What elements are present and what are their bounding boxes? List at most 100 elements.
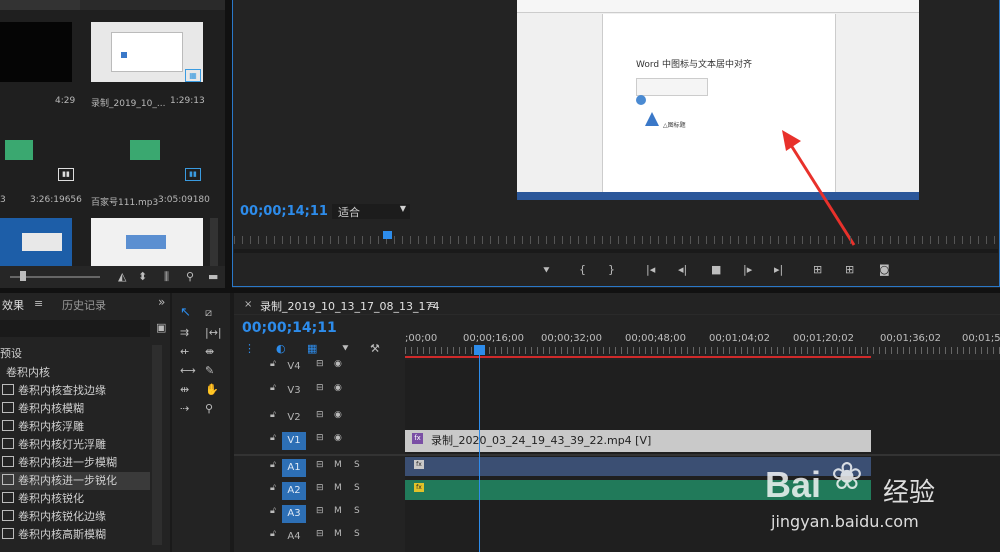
effect-item[interactable]: 卷积内核高斯模糊 — [0, 526, 150, 544]
wrench-icon[interactable]: ⚒ — [370, 343, 380, 355]
effect-item[interactable]: 卷积内核锐化边缘 — [0, 508, 150, 526]
step-back-icon[interactable]: ◂| — [678, 264, 687, 276]
solo-button[interactable]: S — [354, 460, 360, 470]
media-thumbnail[interactable] — [0, 218, 72, 266]
track-select-tool-icon[interactable]: ⇉ — [180, 327, 189, 339]
go-to-out-icon[interactable]: ▸| — [774, 264, 783, 276]
sync-lock-icon[interactable]: ⊟ — [316, 359, 324, 369]
sort-toggle-icon[interactable]: ⬍ — [138, 271, 147, 283]
eye-icon[interactable]: ◉ — [334, 383, 342, 393]
timeline-menu-icon[interactable]: ≡ — [427, 298, 436, 311]
timeline-ruler-ticks[interactable] — [405, 347, 1000, 354]
lock-icon[interactable]: 🔓︎ — [270, 433, 276, 443]
folder-convolution-kernel[interactable]: 卷积内核 — [0, 364, 156, 382]
hand-tool-icon[interactable]: ✋ — [205, 384, 219, 396]
monitor-time-ruler[interactable] — [234, 236, 998, 244]
project-tab[interactable] — [0, 0, 80, 10]
playhead-line[interactable] — [479, 354, 480, 552]
sync-lock-icon[interactable]: ⊟ — [316, 410, 324, 420]
effect-item[interactable]: 卷积内核进一步模糊 — [0, 454, 150, 472]
effects-scrollbar[interactable] — [152, 345, 162, 545]
automate-icon[interactable]: ⫼ — [164, 271, 169, 283]
effect-item[interactable]: 卷积内核锐化 — [0, 490, 150, 508]
mute-button[interactable]: M — [334, 483, 342, 493]
zoom-select[interactable]: 适合 ▼ — [332, 204, 410, 219]
track-label[interactable]: A4 — [282, 528, 306, 546]
mark-out-icon[interactable]: } — [608, 264, 615, 276]
new-bin-icon[interactable]: ▣ — [156, 321, 166, 334]
linked-selection-icon[interactable]: ◐ — [276, 343, 286, 355]
track-label[interactable]: V2 — [282, 409, 306, 427]
sync-lock-icon[interactable]: ⊟ — [316, 383, 324, 393]
track-label[interactable]: V4 — [282, 358, 306, 376]
sync-lock-icon[interactable]: ⊟ — [316, 483, 324, 493]
lift-icon[interactable]: ⊞ — [813, 264, 822, 276]
razor-tool-icon[interactable]: ⧄ — [205, 307, 212, 319]
lock-icon[interactable]: 🔓︎ — [270, 410, 276, 420]
pen-tool-icon[interactable]: ✎ — [205, 365, 214, 377]
selection-tool-icon[interactable]: ↖ — [180, 306, 191, 319]
sync-lock-icon[interactable]: ⊟ — [316, 460, 324, 470]
snap-icon[interactable]: ⋮ — [244, 343, 255, 355]
zoom-tool-icon[interactable]: ⚲ — [205, 403, 213, 415]
stop-icon[interactable]: ■ — [711, 264, 721, 276]
close-sequence-icon[interactable]: × — [244, 299, 252, 310]
panel-menu-icon[interactable]: ≡ — [34, 297, 43, 310]
add-marker-icon[interactable]: ⯆ — [341, 343, 350, 355]
video-clip[interactable]: fx 录制_2020_03_24_19_43_39_22.mp4 [V] — [405, 430, 871, 452]
new-bin-icon[interactable]: ▬ — [208, 271, 218, 283]
find-icon[interactable]: ⚲ — [186, 271, 194, 283]
lock-icon[interactable]: 🔓︎ — [270, 383, 276, 393]
effect-item[interactable]: 卷积内核模糊 — [0, 400, 150, 418]
solo-button[interactable]: S — [354, 506, 360, 516]
rate-stretch-tool-icon[interactable]: ⇹ — [180, 384, 189, 396]
tab-history[interactable]: 历史记录 — [62, 297, 106, 313]
mute-button[interactable]: M — [334, 506, 342, 516]
expand-panels-icon[interactable]: » — [158, 295, 165, 309]
project-scrollbar[interactable] — [210, 218, 218, 266]
effect-item[interactable]: 卷积内核查找边缘 — [0, 382, 150, 400]
monitor-timecode[interactable]: 00;00;14;11 — [240, 204, 328, 219]
playhead-marker[interactable] — [383, 231, 392, 239]
step-forward-icon[interactable]: |▸ — [743, 264, 752, 276]
go-to-in-icon[interactable]: |◂ — [646, 264, 655, 276]
rolling-edit-tool-icon[interactable]: ⟷ — [180, 365, 196, 377]
export-frame-camera-icon[interactable]: ◙ — [879, 264, 890, 276]
zoom-slider-handle[interactable] — [20, 271, 26, 281]
work-area-bar[interactable] — [405, 356, 871, 358]
lock-icon[interactable]: 🔓︎ — [270, 529, 276, 539]
timeline-timecode[interactable]: 00;00;14;11 — [242, 320, 337, 336]
effects-search-input[interactable] — [0, 320, 150, 337]
track-label[interactable]: V1 — [282, 432, 306, 450]
insert-sequence-icon[interactable]: ▦ — [307, 343, 317, 355]
eye-icon[interactable]: ◉ — [334, 359, 342, 369]
lock-icon[interactable]: 🔓︎ — [270, 483, 276, 493]
eye-icon[interactable]: ◉ — [334, 433, 342, 443]
solo-button[interactable]: S — [354, 483, 360, 493]
slip-alt-tool-icon[interactable]: ⇢ — [180, 403, 189, 415]
effect-item[interactable]: 卷积内核灯光浮雕 — [0, 436, 150, 454]
eye-icon[interactable]: ◉ — [334, 410, 342, 420]
sync-lock-icon[interactable]: ⊟ — [316, 529, 324, 539]
tab-effects[interactable]: 效果 ≡ — [0, 293, 50, 315]
monitor-zoom-bar[interactable] — [234, 249, 998, 253]
effect-item[interactable]: 卷积内核浮雕 — [0, 418, 150, 436]
folder-presets[interactable]: 预设 — [0, 345, 150, 363]
media-thumbnail[interactable] — [0, 22, 72, 82]
sequence-tab[interactable]: 录制_2019_10_13_17_08_13_174 — [260, 298, 439, 314]
sort-icon[interactable]: ◭ — [118, 271, 126, 283]
track-label[interactable]: A3 — [282, 505, 306, 523]
track-label[interactable]: A2 — [282, 482, 306, 500]
lock-icon[interactable]: 🔓︎ — [270, 460, 276, 470]
lock-icon[interactable]: 🔓︎ — [270, 506, 276, 516]
lock-icon[interactable]: 🔓︎ — [270, 359, 276, 369]
sync-lock-icon[interactable]: ⊟ — [316, 506, 324, 516]
mark-in-icon[interactable]: { — [579, 264, 586, 276]
slip-tool-icon[interactable]: |↔| — [205, 327, 222, 339]
slide-tool-icon[interactable]: ⇼ — [205, 346, 214, 358]
media-thumbnail[interactable] — [91, 218, 203, 266]
effect-item-selected[interactable]: 卷积内核进一步锐化 — [0, 472, 150, 490]
mute-button[interactable]: M — [334, 529, 342, 539]
solo-button[interactable]: S — [354, 529, 360, 539]
track-label[interactable]: V3 — [282, 382, 306, 400]
